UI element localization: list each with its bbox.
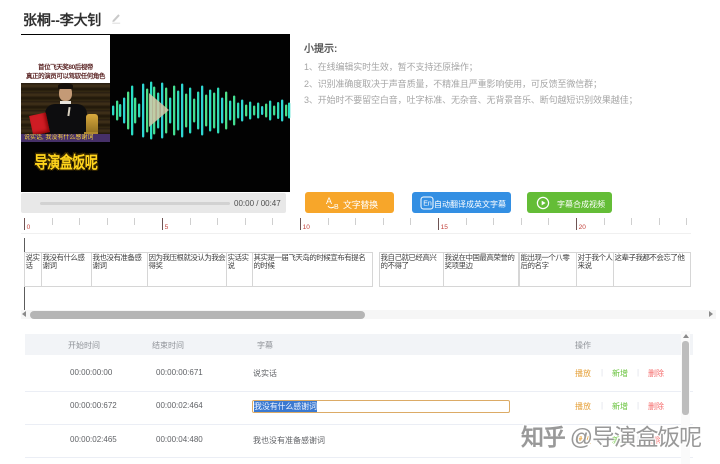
svg-text:En: En <box>423 200 432 207</box>
svg-text:B: B <box>334 204 339 210</box>
svg-text:A: A <box>326 196 332 206</box>
